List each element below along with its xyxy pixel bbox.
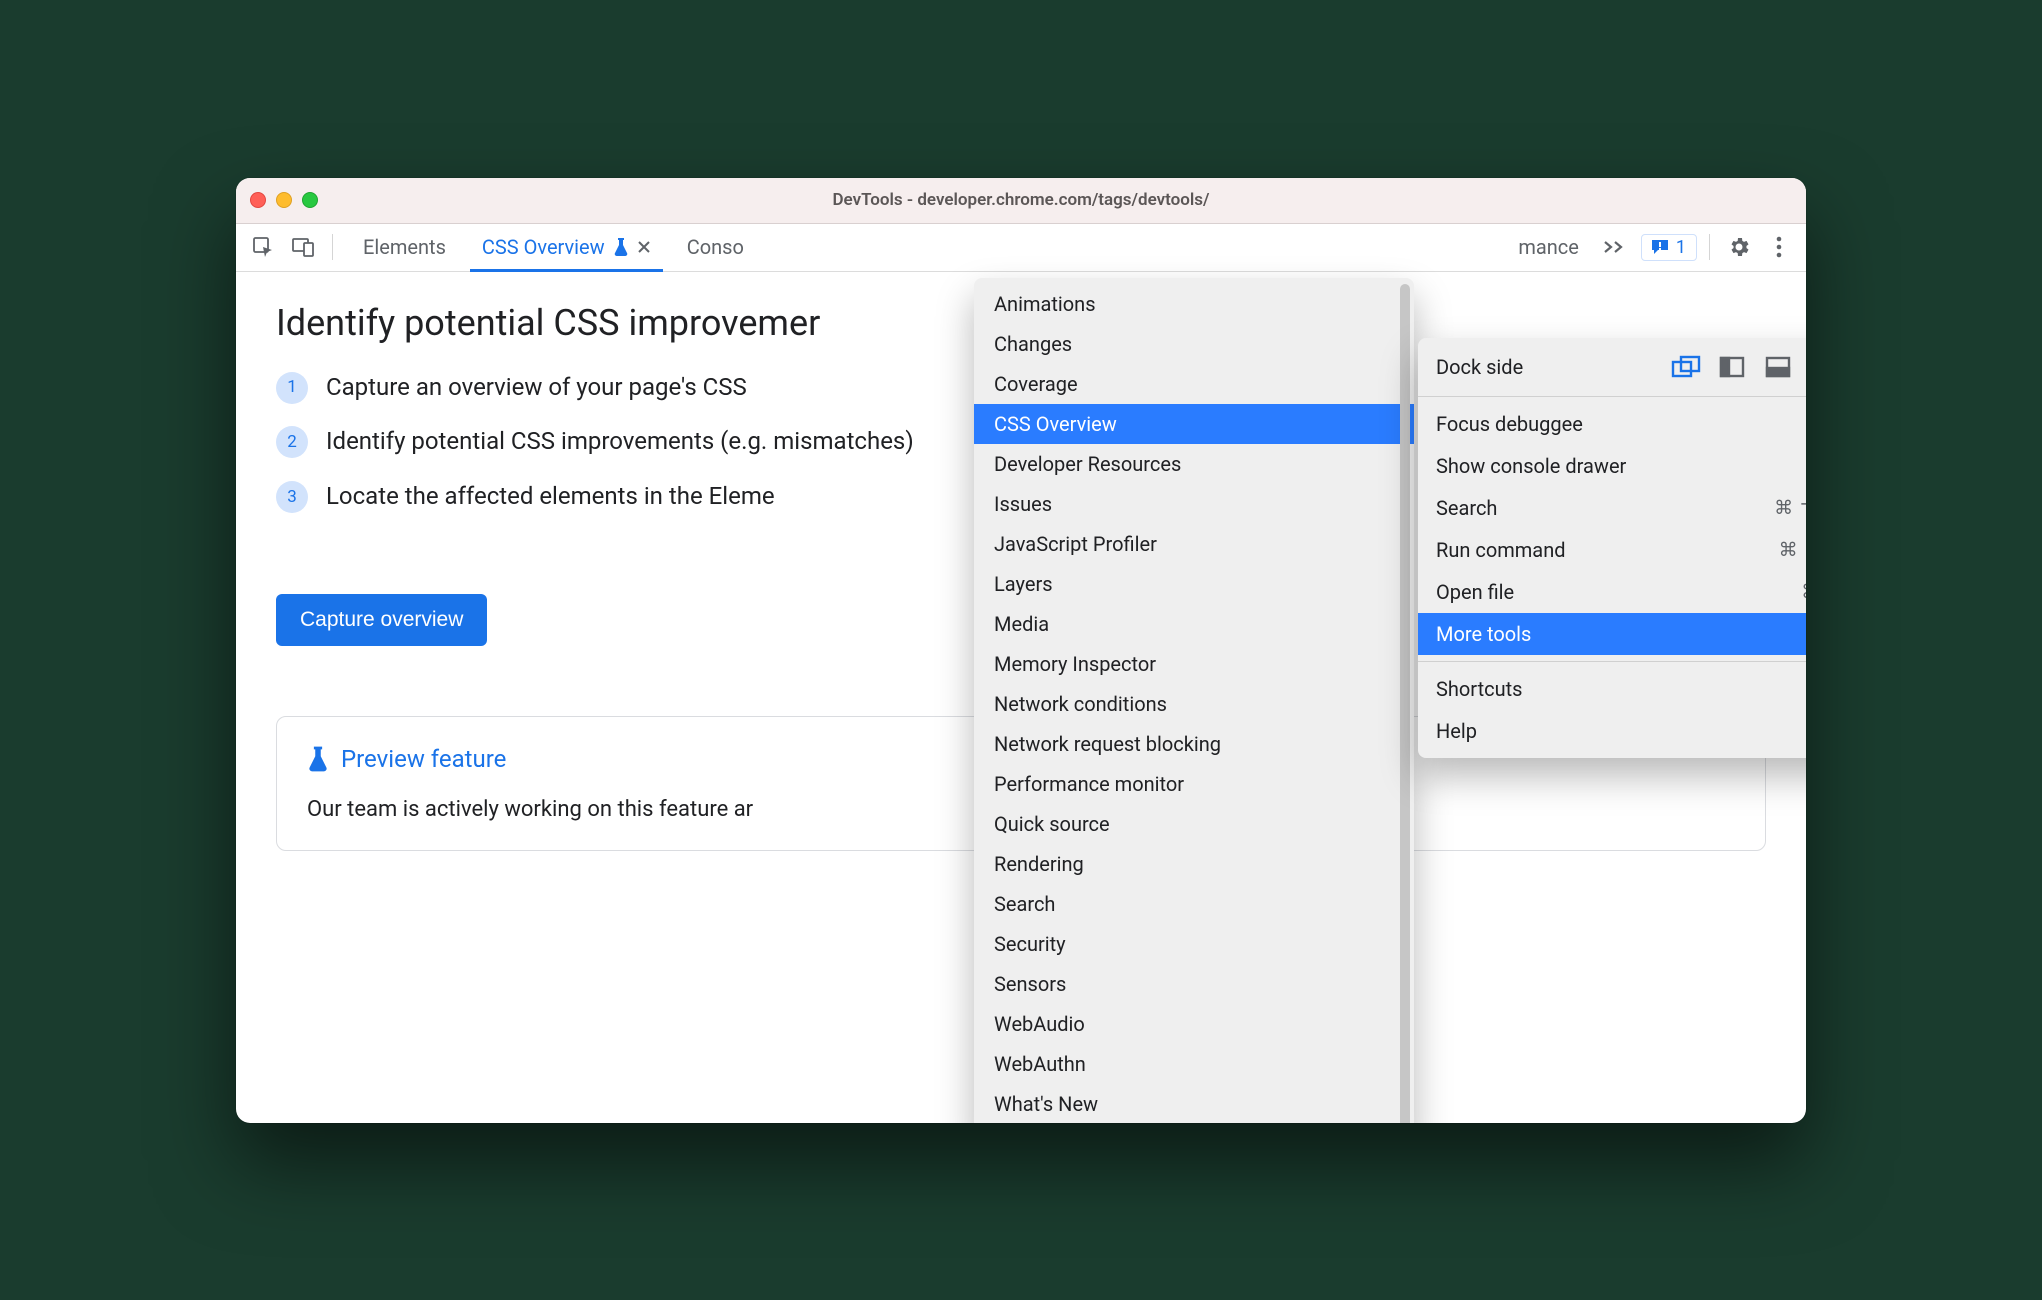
- step-text: Capture an overview of your page's CSS: [326, 370, 747, 405]
- dock-undock-icon[interactable]: [1670, 354, 1702, 380]
- more-tabs-icon[interactable]: [1593, 239, 1635, 255]
- beaker-icon: [613, 237, 629, 257]
- menu-item-label: Search: [1436, 496, 1497, 520]
- inspect-element-icon[interactable]: [246, 230, 280, 264]
- menu-item[interactable]: Focus debuggee: [1418, 403, 1806, 445]
- beaker-icon: [307, 745, 329, 773]
- preview-body-text: Our team is actively working on this fea…: [307, 797, 753, 822]
- menu-shortcut: ⌘ ⇧ P: [1779, 538, 1806, 561]
- maximize-window-button[interactable]: [302, 192, 318, 208]
- preview-title: Preview feature: [341, 745, 506, 773]
- step-text: Locate the affected elements in the Elem…: [326, 479, 775, 514]
- issues-count: 1: [1676, 237, 1686, 258]
- submenu-item[interactable]: What's New: [974, 1084, 1414, 1123]
- menu-item[interactable]: Run command ⌘ ⇧ P: [1418, 529, 1806, 571]
- menu-item-label: Shortcuts: [1436, 677, 1522, 701]
- submenu-item[interactable]: Performance monitor: [974, 764, 1414, 804]
- kebab-menu-icon[interactable]: [1762, 230, 1796, 264]
- main-menu: Dock side Focus debuggee Show console dra…: [1418, 338, 1806, 758]
- submenu-item[interactable]: JavaScript Profiler: [974, 524, 1414, 564]
- submenu-item[interactable]: CSS Overview: [974, 404, 1414, 444]
- submenu-scrollbar[interactable]: [1400, 284, 1410, 1123]
- submenu-item[interactable]: Quick source: [974, 804, 1414, 844]
- tab-elements[interactable]: Elements: [345, 224, 464, 271]
- main-toolbar: Elements CSS Overview Conso mance: [236, 224, 1806, 272]
- menu-item[interactable]: More tools▶: [1418, 613, 1806, 655]
- submenu-item[interactable]: Media: [974, 604, 1414, 644]
- menu-item-label: Help: [1436, 719, 1477, 743]
- step-number: 1: [276, 372, 308, 404]
- submenu-item[interactable]: WebAuthn: [974, 1044, 1414, 1084]
- submenu-item[interactable]: Search: [974, 884, 1414, 924]
- tab-css-overview[interactable]: CSS Overview: [464, 224, 669, 271]
- menu-item-label: Focus debuggee: [1436, 412, 1583, 436]
- menu-shortcut: ⌘ ⌥ F: [1774, 496, 1806, 519]
- settings-icon[interactable]: [1722, 230, 1756, 264]
- step-number: 3: [276, 481, 308, 513]
- menu-divider: [1418, 661, 1806, 662]
- tab-console[interactable]: Conso: [669, 224, 762, 271]
- toolbar-separator: [1709, 234, 1710, 260]
- toolbar-separator: [332, 234, 333, 260]
- step-text: Identify potential CSS improvements (e.g…: [326, 424, 914, 459]
- submenu-item[interactable]: Developer Resources: [974, 444, 1414, 484]
- device-toolbar-icon[interactable]: [286, 230, 320, 264]
- dock-left-icon[interactable]: [1716, 354, 1748, 380]
- submenu-item[interactable]: Rendering: [974, 844, 1414, 884]
- menu-item-label: Open file: [1436, 580, 1514, 604]
- submenu-item[interactable]: Sensors: [974, 964, 1414, 1004]
- submenu-item[interactable]: Network conditions: [974, 684, 1414, 724]
- dock-bottom-icon[interactable]: [1762, 354, 1794, 380]
- issues-icon: [1650, 238, 1670, 256]
- dock-side-row: Dock side: [1418, 344, 1806, 390]
- menu-item-label: Run command: [1436, 538, 1566, 562]
- submenu-item[interactable]: Issues: [974, 484, 1414, 524]
- devtools-window: DevTools - developer.chrome.com/tags/dev…: [236, 178, 1806, 1123]
- dock-icons: [1670, 354, 1806, 380]
- dock-side-label: Dock side: [1436, 355, 1523, 379]
- traffic-lights: [250, 192, 318, 208]
- minimize-window-button[interactable]: [276, 192, 292, 208]
- menu-item-label: Show console drawer: [1436, 454, 1626, 478]
- menu-divider: [1418, 396, 1806, 397]
- menu-item-label: More tools: [1436, 622, 1531, 646]
- step-number: 2: [276, 426, 308, 458]
- submenu-item[interactable]: Memory Inspector: [974, 644, 1414, 684]
- menu-item[interactable]: Shortcuts: [1418, 668, 1806, 710]
- tab-performance-partial[interactable]: mance: [1510, 235, 1587, 259]
- menu-item[interactable]: Open file ⌘ P: [1418, 571, 1806, 613]
- menu-shortcut: ⌘ P: [1801, 580, 1806, 603]
- menu-item[interactable]: Help▶: [1418, 710, 1806, 752]
- menu-item[interactable]: Search ⌘ ⌥ F: [1418, 487, 1806, 529]
- titlebar: DevTools - developer.chrome.com/tags/dev…: [236, 178, 1806, 224]
- tab-label: Elements: [363, 235, 446, 259]
- submenu-item[interactable]: Layers: [974, 564, 1414, 604]
- tab-label: mance: [1518, 235, 1579, 259]
- submenu-item[interactable]: Changes: [974, 324, 1414, 364]
- close-window-button[interactable]: [250, 192, 266, 208]
- capture-overview-button[interactable]: Capture overview: [276, 594, 487, 646]
- close-tab-icon[interactable]: [637, 240, 651, 254]
- tab-label: Conso: [687, 235, 744, 259]
- issues-badge[interactable]: 1: [1641, 234, 1697, 261]
- submenu-item[interactable]: WebAudio: [974, 1004, 1414, 1044]
- tab-label: CSS Overview: [482, 235, 605, 259]
- window-title: DevTools - developer.chrome.com/tags/dev…: [236, 190, 1806, 210]
- panel-tabs: Elements CSS Overview Conso: [345, 224, 762, 271]
- submenu-item[interactable]: Security: [974, 924, 1414, 964]
- submenu-item[interactable]: Network request blocking: [974, 724, 1414, 764]
- submenu-item[interactable]: Animations: [974, 284, 1414, 324]
- more-tools-submenu: AnimationsChangesCoverageCSS OverviewDev…: [974, 278, 1414, 1123]
- submenu-item[interactable]: Coverage: [974, 364, 1414, 404]
- menu-item[interactable]: Show console drawerEsc: [1418, 445, 1806, 487]
